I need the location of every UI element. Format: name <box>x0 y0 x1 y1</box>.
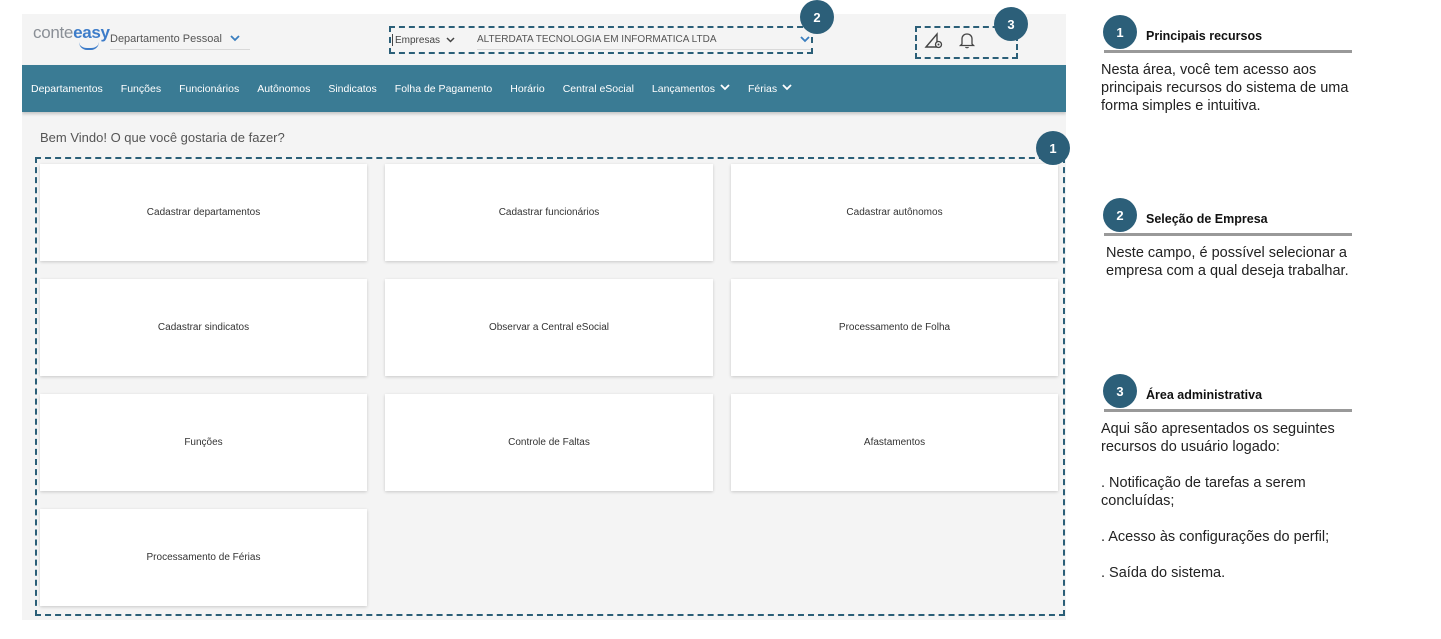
note-2-badge: 2 <box>1103 198 1137 232</box>
note-1-badge: 1 <box>1103 15 1137 49</box>
note-3-badge: 3 <box>1103 374 1137 408</box>
note-1-text: Nesta área, você tem acesso aos principa… <box>1101 62 1349 114</box>
nav-item-label: Lançamentos <box>651 82 715 95</box>
nav-item-label: Departamentos <box>31 82 103 95</box>
nav-item-funcoes[interactable]: Funções <box>121 83 161 95</box>
module-select-value: Departamento Pessoal <box>110 32 222 45</box>
note-3-line-4: . Saída do sistema. <box>1101 565 1226 581</box>
main-nav: Departamentos Funções Funcionários Autônomo… <box>22 65 1066 112</box>
nav-item-departamentos[interactable]: Departamentos <box>31 83 103 95</box>
note-1-header: 1 Principais recursos <box>1101 15 1381 53</box>
note-3-body: Aqui são apresentados os seguintes recur… <box>1101 420 1371 582</box>
note-1: 1 Principais recursos Nesta área, você t… <box>1101 15 1381 115</box>
note-2: 2 Seleção de Empresa Neste campo, é poss… <box>1101 198 1381 280</box>
logo-text-easy-label: easy <box>73 23 110 42</box>
note-2-title: Seleção de Empresa <box>1146 212 1268 226</box>
nav-item-central-esocial[interactable]: Central eSocial <box>563 83 634 95</box>
note-1-title: Principais recursos <box>1146 29 1263 43</box>
nav-item-lancamentos[interactable]: Lançamentos <box>652 83 730 95</box>
nav-item-autonomos[interactable]: Autônomos <box>257 83 310 95</box>
note-2-body: Neste campo, é possível selecionar a emp… <box>1101 244 1363 280</box>
note-3-header: 3 Área administrativa <box>1101 374 1381 412</box>
nav-item-label: Sindicatos <box>328 82 377 95</box>
note-2-text: Neste campo, é possível selecionar a emp… <box>1106 245 1349 279</box>
logo-text-conte: conte <box>33 23 74 42</box>
nav-item-sindicatos[interactable]: Sindicatos <box>328 83 376 95</box>
highlight-area-1 <box>35 157 1065 616</box>
nav-item-label: Horário <box>510 82 545 95</box>
highlight-area-2 <box>389 26 813 54</box>
nav-item-label: Funções <box>120 82 162 95</box>
nav-item-label: Funcionários <box>179 82 240 95</box>
badge-3: 3 <box>994 7 1028 41</box>
welcome-message: Bem Vindo! O que você gostaria de fazer? <box>40 130 285 145</box>
chevron-down-icon <box>230 33 240 45</box>
note-1-rule <box>1104 50 1352 53</box>
chevron-down-icon <box>720 83 730 94</box>
module-select[interactable]: Departamento Pessoal <box>110 28 250 50</box>
nav-item-horario[interactable]: Horário <box>510 83 544 95</box>
conteasy-logo[interactable]: conte easy <box>33 23 110 51</box>
badge-1: 1 <box>1036 131 1070 165</box>
nav-item-ferias[interactable]: Férias <box>748 83 792 95</box>
badge-2: 2 <box>800 0 834 34</box>
note-3-line-1: Aqui são apresentados os seguintes recur… <box>1101 421 1335 455</box>
note-3-line-3: . Acesso às configurações do perfil; <box>1101 529 1330 545</box>
logo-smile-icon <box>79 42 100 50</box>
nav-item-label: Férias <box>747 82 778 95</box>
nav-item-folha-de-pagamento[interactable]: Folha de Pagamento <box>395 83 492 95</box>
note-3-title: Área administrativa <box>1146 388 1263 402</box>
nav-item-label: Folha de Pagamento <box>394 82 493 95</box>
logo-text-easy: easy <box>73 23 110 50</box>
chevron-down-icon <box>782 83 792 94</box>
nav-item-label: Autônomos <box>257 82 311 95</box>
note-3-line-2: . Notificação de tarefas a serem concluí… <box>1101 475 1306 509</box>
note-3: 3 Área administrativa Aqui são apresenta… <box>1101 374 1381 582</box>
note-2-rule <box>1104 233 1352 236</box>
note-3-rule <box>1104 409 1352 412</box>
note-2-header: 2 Seleção de Empresa <box>1101 198 1381 236</box>
nav-item-label: Central eSocial <box>562 82 634 95</box>
nav-item-funcionarios[interactable]: Funcionários <box>179 83 239 95</box>
note-1-body: Nesta área, você tem acesso aos principa… <box>1101 61 1371 115</box>
